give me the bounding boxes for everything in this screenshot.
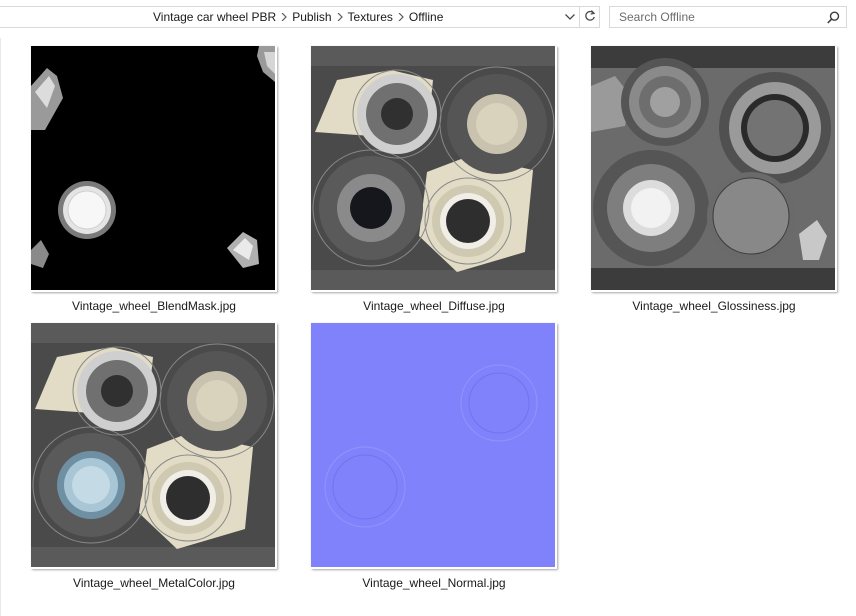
file-item[interactable]: Vintage_wheel_Normal.jpg [297, 323, 557, 599]
blendmask-image [31, 46, 275, 290]
file-item[interactable]: Vintage_wheel_Diffuse.jpg [297, 46, 557, 322]
file-item[interactable]: Vintage_wheel_MetalColor.jpg [17, 323, 277, 599]
breadcrumb-separator-icon[interactable] [278, 7, 290, 27]
address-bar[interactable]: Vintage car wheel PBR Publish Textures O… [0, 6, 580, 28]
texture-thumbnail-normal [311, 323, 557, 569]
breadcrumb-item-offline[interactable]: Offline [407, 7, 445, 27]
breadcrumb: Vintage car wheel PBR Publish Textures O… [151, 7, 445, 27]
search-icon[interactable] [826, 10, 840, 24]
file-name[interactable]: Vintage_wheel_Normal.jpg [297, 576, 571, 590]
metalcolor-image [31, 323, 275, 567]
breadcrumb-item-vintage-car-wheel-pbr[interactable]: Vintage car wheel PBR [151, 7, 278, 27]
navigation-bar: Vintage car wheel PBR Publish Textures O… [0, 0, 856, 34]
file-item[interactable]: Vintage_wheel_BlendMask.jpg [17, 46, 277, 322]
glossiness-image [591, 46, 835, 290]
breadcrumb-item-textures[interactable]: Textures [346, 7, 395, 27]
breadcrumb-separator-icon[interactable] [334, 7, 346, 27]
file-name[interactable]: Vintage_wheel_BlendMask.jpg [17, 299, 291, 313]
normal-map-image [311, 323, 555, 567]
diffuse-image [311, 46, 555, 290]
pane-divider [0, 38, 1, 616]
refresh-button[interactable] [580, 6, 600, 28]
breadcrumb-item-publish[interactable]: Publish [290, 7, 333, 27]
texture-thumbnail-metalcolor [31, 323, 277, 569]
file-name[interactable]: Vintage_wheel_Glossiness.jpg [577, 299, 851, 313]
file-name[interactable]: Vintage_wheel_Diffuse.jpg [297, 299, 571, 313]
breadcrumb-separator-icon[interactable] [395, 7, 407, 27]
refresh-icon [584, 9, 596, 25]
chevron-down-icon[interactable] [562, 7, 578, 27]
file-name[interactable]: Vintage_wheel_MetalColor.jpg [17, 576, 291, 590]
search-input[interactable] [610, 7, 822, 27]
file-item[interactable]: Vintage_wheel_Glossiness.jpg [577, 46, 837, 322]
texture-thumbnail-blendmask [31, 46, 277, 292]
texture-thumbnail-glossiness [591, 46, 837, 292]
search-box [609, 6, 847, 28]
texture-thumbnail-diffuse [311, 46, 557, 292]
